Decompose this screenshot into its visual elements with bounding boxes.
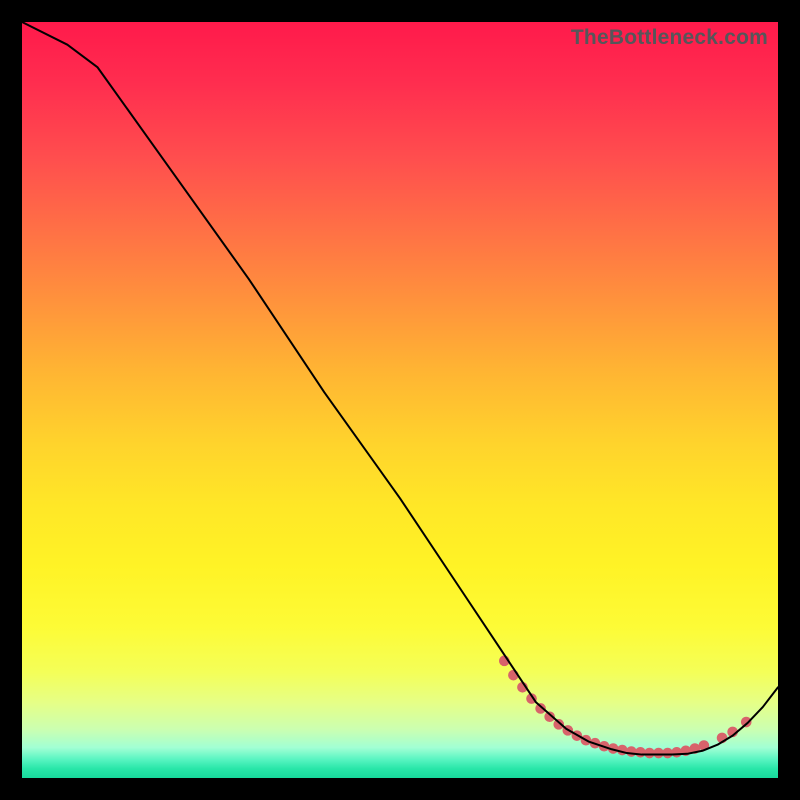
chart-stage: TheBottleneck.com — [0, 0, 800, 800]
marker-dot — [741, 717, 752, 728]
marker-dot — [626, 746, 637, 757]
markers-layer — [499, 656, 752, 759]
chart-svg — [22, 22, 778, 778]
marker-dot — [635, 747, 646, 758]
marker-dot — [662, 748, 673, 759]
marker-dot — [644, 748, 655, 759]
bottleneck-curve — [22, 22, 778, 755]
plot-frame: TheBottleneck.com — [22, 22, 778, 778]
marker-dot — [653, 748, 664, 759]
marker-dot — [671, 747, 682, 758]
